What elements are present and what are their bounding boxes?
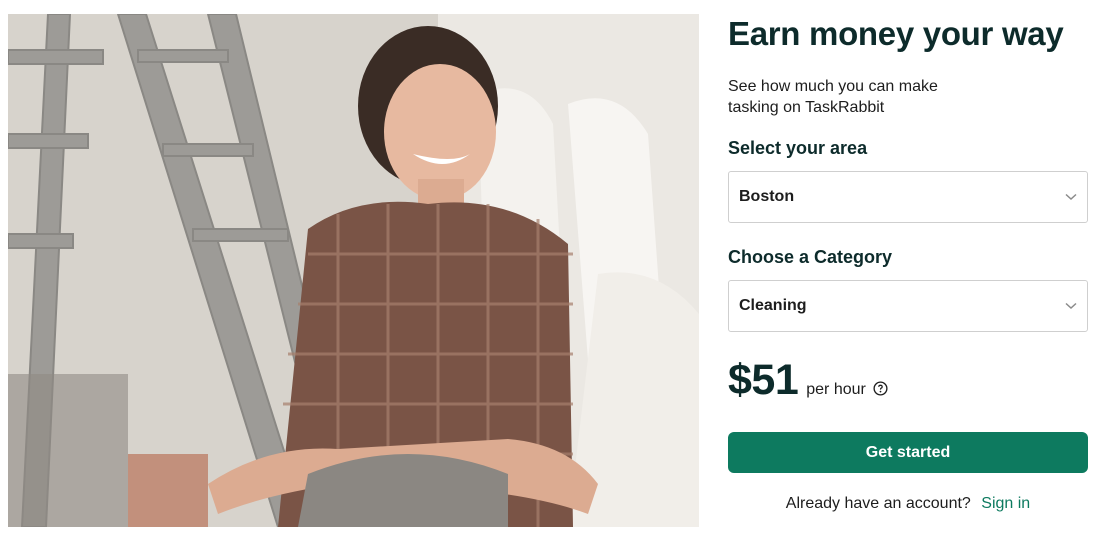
category-select-value: Cleaning (739, 297, 807, 314)
category-label: Choose a Category (728, 247, 893, 267)
hero-illustration (8, 14, 699, 527)
area-label: Select your area (728, 138, 868, 158)
chevron-down-icon (1065, 193, 1077, 201)
hourly-rate: $51 per hour (728, 356, 1088, 406)
category-select[interactable]: Cleaning (728, 280, 1088, 332)
account-prompt-row: Already have an account? Sign in (728, 495, 1088, 513)
hero-photo (8, 14, 699, 527)
page-title: Earn money your way (728, 15, 1064, 52)
chevron-down-icon (1065, 302, 1077, 310)
account-prompt: Already have an account? (785, 495, 971, 512)
subtitle: See how much you can make tasking on Tas… (728, 78, 938, 116)
area-select-value: Boston (739, 188, 795, 205)
question-circle-icon[interactable] (873, 381, 888, 396)
rate-amount: $51 (728, 356, 799, 404)
area-select[interactable]: Boston (728, 171, 1088, 223)
sign-in-link[interactable]: Sign in (981, 495, 1030, 512)
get-started-button[interactable]: Get started (728, 432, 1088, 473)
earnings-panel: Earn money your way See how much you can… (728, 14, 1088, 513)
rate-unit: per hour (806, 381, 866, 398)
